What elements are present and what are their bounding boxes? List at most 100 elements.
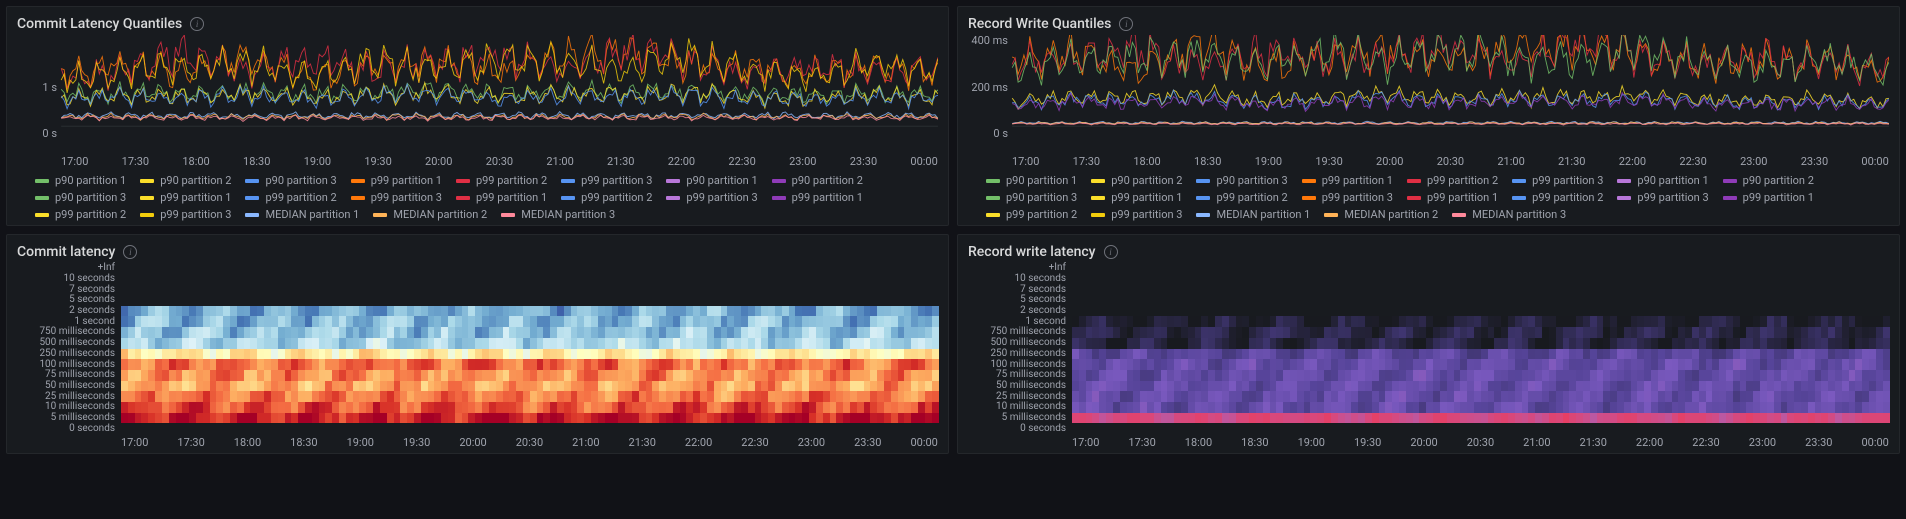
- heatmap-plot[interactable]: +Inf10 seconds7 seconds5 seconds2 second…: [17, 263, 938, 434]
- x-tick: 22:30: [741, 436, 768, 449]
- x-tick: 20:30: [1467, 436, 1494, 449]
- legend-item[interactable]: p90 partition 3: [1196, 174, 1287, 187]
- legend-item[interactable]: p99 partition 3: [561, 174, 652, 187]
- heatmap-row: [1072, 306, 1889, 317]
- legend-item[interactable]: p99 partition 2: [35, 208, 126, 221]
- panel-commit-quantiles[interactable]: Commit Latency Quantiles i - 1 s 0 s 17:…: [6, 6, 949, 226]
- y-axis: +Inf10 seconds7 seconds5 seconds2 second…: [17, 263, 121, 434]
- y-bucket-label: 0 seconds: [17, 423, 115, 434]
- heatmap-row: [1072, 402, 1889, 413]
- panel-header: Commit Latency Quantiles i: [17, 13, 938, 35]
- legend-item[interactable]: p99 partition 2: [1407, 174, 1498, 187]
- legend-item[interactable]: p90 partition 1: [1617, 174, 1708, 187]
- x-tick: 21:30: [1558, 155, 1585, 168]
- x-tick: 18:30: [1241, 436, 1268, 449]
- legend-item[interactable]: p99 partition 2: [245, 191, 336, 204]
- x-tick: 17:00: [61, 155, 88, 168]
- legend-item[interactable]: p99 partition 2: [456, 174, 547, 187]
- legend-swatch: [1302, 179, 1316, 183]
- legend-item[interactable]: p99 partition 3: [1091, 208, 1182, 221]
- panel-commit-latency-heatmap[interactable]: Commit latency i +Inf10 seconds7 seconds…: [6, 234, 949, 454]
- legend-swatch: [1091, 213, 1105, 217]
- legend-item[interactable]: p90 partition 2: [772, 174, 863, 187]
- heatmap-row: [121, 413, 938, 424]
- x-tick: 22:00: [685, 436, 712, 449]
- legend-item[interactable]: p90 partition 3: [35, 191, 126, 204]
- x-tick: 00:00: [910, 155, 937, 168]
- legend-label: p90 partition 1: [55, 174, 126, 187]
- x-tick: 21:00: [546, 155, 573, 168]
- legend-item[interactable]: p90 partition 1: [986, 174, 1077, 187]
- legend-item[interactable]: p99 partition 1: [1723, 191, 1814, 204]
- info-icon[interactable]: i: [123, 245, 137, 259]
- legend-item[interactable]: p99 partition 3: [1302, 191, 1393, 204]
- heatmap-row: [1072, 391, 1889, 402]
- legend-swatch: [1723, 179, 1737, 183]
- legend-item[interactable]: MEDIAN partition 1: [1196, 208, 1310, 221]
- legend-item[interactable]: MEDIAN partition 3: [501, 208, 615, 221]
- legend-item[interactable]: p90 partition 1: [666, 174, 757, 187]
- legend-item[interactable]: MEDIAN partition 2: [373, 208, 487, 221]
- x-tick: 21:30: [1580, 436, 1607, 449]
- legend-item[interactable]: p99 partition 3: [1617, 191, 1708, 204]
- legend-swatch: [245, 179, 259, 183]
- legend-item[interactable]: p99 partition 3: [351, 191, 442, 204]
- legend-item[interactable]: p99 partition 1: [1407, 191, 1498, 204]
- x-tick: 23:30: [854, 436, 881, 449]
- legend-item[interactable]: p90 partition 3: [986, 191, 1077, 204]
- heatmap-cells: [121, 263, 938, 434]
- heatmap-plot[interactable]: +Inf10 seconds7 seconds5 seconds2 second…: [968, 263, 1889, 434]
- legend-item[interactable]: p99 partition 1: [1091, 191, 1182, 204]
- legend-item[interactable]: p99 partition 2: [1196, 191, 1287, 204]
- legend-item[interactable]: p90 partition 1: [35, 174, 126, 187]
- legend-item[interactable]: p90 partition 3: [245, 174, 336, 187]
- info-icon[interactable]: i: [1104, 245, 1118, 259]
- heatmap-row: [121, 359, 938, 370]
- legend-item[interactable]: p99 partition 3: [140, 208, 231, 221]
- legend-item[interactable]: MEDIAN partition 1: [245, 208, 359, 221]
- legend-swatch: [1407, 179, 1421, 183]
- legend-item[interactable]: p99 partition 3: [1512, 174, 1603, 187]
- legend-label: p99 partition 2: [55, 208, 126, 221]
- legend-item[interactable]: p99 partition 2: [561, 191, 652, 204]
- legend-label: p99 partition 3: [1111, 208, 1182, 221]
- legend-item[interactable]: p90 partition 2: [1723, 174, 1814, 187]
- legend-item[interactable]: p99 partition 2: [986, 208, 1077, 221]
- x-tick: 20:30: [486, 155, 513, 168]
- x-axis: 17:0017:3018:0018:3019:0019:3020:0020:30…: [17, 153, 938, 168]
- legend-item[interactable]: p99 partition 2: [1512, 191, 1603, 204]
- legend-item[interactable]: MEDIAN partition 3: [1452, 208, 1566, 221]
- legend-swatch: [1091, 196, 1105, 200]
- panel-record-latency-heatmap[interactable]: Record write latency i +Inf10 seconds7 s…: [957, 234, 1900, 454]
- info-icon[interactable]: i: [190, 17, 204, 31]
- legend-item[interactable]: p90 partition 2: [140, 174, 231, 187]
- panel-record-quantiles[interactable]: Record Write Quantiles i 400 ms 200 ms 0…: [957, 6, 1900, 226]
- legend-item[interactable]: p99 partition 1: [140, 191, 231, 204]
- x-tick: 19:30: [1315, 155, 1342, 168]
- info-icon[interactable]: i: [1119, 17, 1133, 31]
- timeseries-plot[interactable]: 400 ms 200 ms 0 s: [968, 35, 1889, 153]
- x-tick: 18:00: [182, 155, 209, 168]
- timeseries-plot[interactable]: - 1 s 0 s: [17, 35, 938, 153]
- legend-item[interactable]: p99 partition 1: [1302, 174, 1393, 187]
- legend-item[interactable]: p99 partition 1: [772, 191, 863, 204]
- x-tick: 23:00: [789, 155, 816, 168]
- legend-item[interactable]: p90 partition 2: [1091, 174, 1182, 187]
- x-tick: 21:00: [1497, 155, 1524, 168]
- legend-item[interactable]: p99 partition 1: [351, 174, 442, 187]
- heatmap-row: [121, 381, 938, 392]
- legend-swatch: [456, 179, 470, 183]
- heatmap-row: [1072, 284, 1889, 295]
- legend-label: p99 partition 3: [160, 208, 231, 221]
- legend-swatch: [986, 196, 1000, 200]
- legend-item[interactable]: MEDIAN partition 2: [1324, 208, 1438, 221]
- x-tick: 18:00: [234, 436, 261, 449]
- x-axis: 17:0017:3018:0018:3019:0019:3020:0020:30…: [968, 434, 1889, 449]
- legend-item[interactable]: p99 partition 3: [666, 191, 757, 204]
- x-tick: 19:30: [403, 436, 430, 449]
- heatmap-row: [121, 391, 938, 402]
- x-axis: 17:0017:3018:0018:3019:0019:3020:0020:30…: [968, 153, 1889, 168]
- legend-swatch: [986, 213, 1000, 217]
- y-bucket-label: 500 milliseconds: [17, 338, 115, 349]
- legend-item[interactable]: p99 partition 1: [456, 191, 547, 204]
